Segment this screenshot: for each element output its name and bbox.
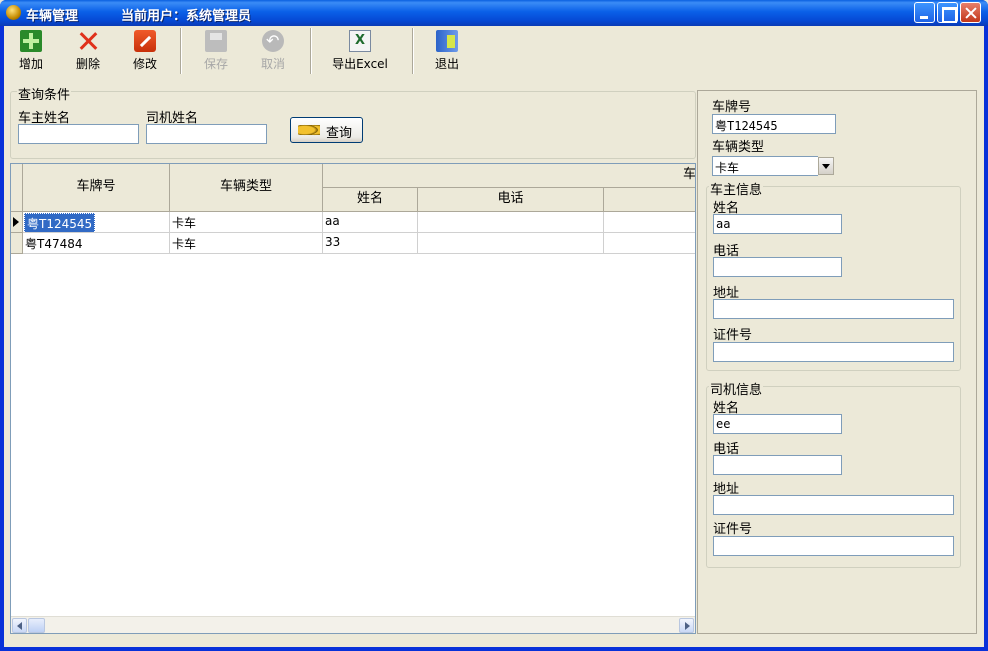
table-cell[interactable] (604, 233, 695, 254)
row-header-selected[interactable] (11, 212, 23, 233)
owner-info-groupbox: 车主信息 姓名 aa 电话 地址 证件号 (706, 179, 961, 371)
vehicle-type-select[interactable]: 卡车 (712, 156, 818, 176)
close-button[interactable] (960, 2, 981, 23)
owner-group-header: 车 (323, 164, 695, 188)
title-bar[interactable]: 车辆管理 当前用户：系统管理员 (0, 0, 988, 26)
table-cell-plate-text: 粤T124545 (24, 213, 96, 232)
export-excel-label: 导出Excel (332, 57, 388, 71)
toolbar: 增加 删除 修改 保存 取消 导出Excel (4, 26, 984, 78)
scroll-thumb[interactable] (28, 618, 45, 633)
app-icon (6, 5, 21, 20)
row-header[interactable] (11, 233, 23, 254)
driver-info-groupbox: 司机信息 姓名 ee 电话 地址 证件号 (706, 379, 961, 568)
client-area: 增加 删除 修改 保存 取消 导出Excel (4, 26, 984, 647)
plate-column-header[interactable]: 车牌号 (23, 164, 170, 212)
current-row-arrow-icon (13, 217, 19, 227)
driver-info-title: 司机信息 (709, 379, 764, 398)
scroll-right-button[interactable] (679, 618, 694, 633)
add-icon (20, 30, 42, 52)
save-label: 保存 (203, 57, 228, 71)
plate-label: 车牌号 (712, 100, 752, 115)
toolbar-separator (310, 28, 312, 74)
exit-button[interactable]: 退出 (432, 30, 462, 74)
next-column-header[interactable] (604, 188, 695, 212)
save-icon (205, 30, 227, 52)
current-user-label: 当前用户：系统管理员 (121, 9, 252, 24)
table-cell-owner-name[interactable]: aa (323, 212, 418, 233)
table-cell-plate[interactable]: 粤T47484 (23, 233, 170, 254)
save-button[interactable]: 保存 (201, 30, 231, 74)
table-cell-owner-phone[interactable] (418, 212, 604, 233)
maximize-button[interactable] (937, 2, 958, 23)
table-cell-vehicle-type[interactable]: 卡车 (170, 212, 323, 233)
undo-icon (262, 30, 284, 52)
edit-icon (134, 30, 156, 52)
excel-icon (349, 30, 371, 52)
table-cell-owner-name[interactable]: 33 (323, 233, 418, 254)
plate-input[interactable]: 粤T124545 (712, 114, 836, 134)
minimize-button[interactable] (914, 2, 935, 23)
cancel-label: 取消 (260, 57, 285, 71)
binoculars-icon (298, 124, 320, 136)
vehicle-grid[interactable]: 车牌号 车辆类型 车 姓名 电话 粤T124545 卡车 aa 粤T47484 … (10, 163, 696, 634)
table-cell[interactable] (604, 212, 695, 233)
owner-id-label: 证件号 (713, 328, 753, 343)
scroll-left-button[interactable] (12, 618, 27, 633)
query-groupbox-title: 查询条件 (17, 84, 72, 103)
owner-id-input[interactable] (713, 342, 954, 362)
add-button[interactable]: 增加 (16, 30, 46, 74)
driver-phone-input[interactable] (713, 455, 842, 475)
toolbar-separator (412, 28, 414, 74)
add-label: 增加 (18, 57, 43, 71)
owner-phone-column-header[interactable]: 电话 (418, 188, 604, 212)
window-title: 车辆管理 (26, 9, 79, 24)
table-cell-owner-phone[interactable] (418, 233, 604, 254)
table-cell-plate[interactable]: 粤T124545 (23, 212, 170, 233)
owner-name-input[interactable] (18, 124, 139, 144)
horizontal-scrollbar[interactable] (11, 616, 695, 633)
driver-id-label: 证件号 (713, 522, 753, 537)
owner-address-input[interactable] (713, 299, 954, 319)
grid-corner-header (11, 164, 23, 212)
query-groupbox: 查询条件 车主姓名 司机姓名 查询 (10, 84, 696, 159)
vehicle-type-column-header[interactable]: 车辆类型 (170, 164, 323, 212)
owner-name-column-header[interactable]: 姓名 (323, 188, 418, 212)
detail-panel: 车牌号 粤T124545 车辆类型 卡车 车主信息 姓名 aa 电话 地址 证件… (697, 90, 977, 634)
driver-address-input[interactable] (713, 495, 954, 515)
search-button-label: 查询 (326, 126, 353, 141)
owner-name-detail-input[interactable]: aa (713, 214, 842, 234)
delete-icon (77, 30, 99, 52)
edit-button[interactable]: 修改 (130, 30, 160, 74)
driver-name-detail-input[interactable]: ee (713, 414, 842, 434)
owner-info-title: 车主信息 (709, 179, 764, 198)
exit-label: 退出 (434, 57, 459, 71)
delete-button[interactable]: 删除 (73, 30, 103, 74)
export-excel-button[interactable]: 导出Excel (330, 30, 390, 74)
driver-id-input[interactable] (713, 536, 954, 556)
edit-label: 修改 (132, 57, 157, 71)
exit-door-icon (436, 30, 458, 52)
search-button[interactable]: 查询 (290, 117, 363, 143)
delete-label: 删除 (75, 57, 100, 71)
app-window: 车辆管理 当前用户：系统管理员 增加 删除 修改 保存 ↶ 取消 X 导出Exc… (0, 0, 988, 651)
cancel-button[interactable]: 取消 (258, 30, 288, 74)
chevron-down-icon[interactable] (818, 157, 834, 175)
table-cell-vehicle-type[interactable]: 卡车 (170, 233, 323, 254)
toolbar-separator (180, 28, 182, 74)
vehicle-type-label: 车辆类型 (712, 140, 765, 155)
owner-phone-input[interactable] (713, 257, 842, 277)
driver-name-input[interactable] (146, 124, 267, 144)
